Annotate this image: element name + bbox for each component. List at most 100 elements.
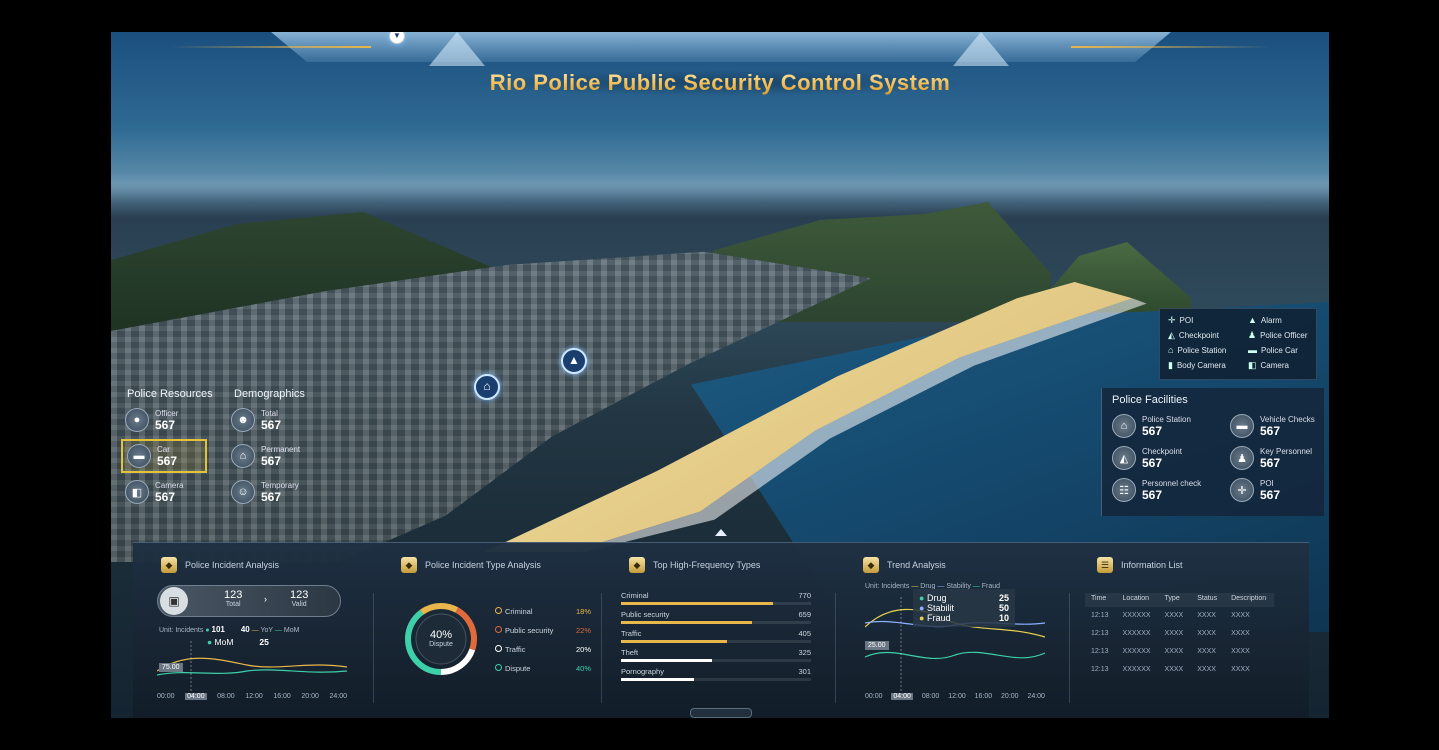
high-frequency-item[interactable]: Traffic 405 — [621, 629, 811, 643]
facility-value: 567 — [1142, 455, 1163, 470]
high-frequency-item[interactable]: Criminal 770 — [621, 591, 811, 605]
table-cell: XXXX — [1231, 666, 1250, 673]
legend-label: Police Station — [1177, 345, 1227, 355]
column-header[interactable]: Description — [1225, 593, 1275, 607]
tooltip-value: 25 — [998, 593, 1009, 603]
chart-icon: ◆ — [863, 557, 879, 573]
legend-label: Police Officer — [1260, 331, 1308, 340]
column-header[interactable]: Location — [1116, 593, 1159, 607]
police-facilities-panel: Police Facilities ⌂ Police Station 567 ▬ … — [1101, 388, 1324, 516]
collapse-panel-toggle[interactable] — [715, 529, 727, 536]
table-cell: 12:13 — [1091, 648, 1109, 655]
table-row[interactable]: 12:13 XXXXXX XXXX XXXX XXXX — [1085, 643, 1274, 661]
high-frequency-item[interactable]: Theft 325 — [621, 648, 811, 662]
legend-alarm[interactable]: ▲ Alarm — [1248, 315, 1282, 325]
item-label: Criminal — [621, 591, 649, 600]
item-value: 770 — [798, 591, 811, 600]
demographic-temporary[interactable]: ☺ Temporary 567 — [231, 480, 299, 504]
facility-value: 567 — [1142, 423, 1163, 438]
house-icon: ⌂ — [231, 444, 255, 468]
donut-label: 40% Dispute — [403, 629, 479, 648]
map-marker-alarm[interactable]: ▲ — [561, 348, 587, 374]
incident-count-icon: ▣ — [160, 587, 188, 615]
yoy-line — [157, 657, 347, 672]
map-legend: ✛ POI ▲ Alarm ◭ Checkpoint ♟ Police Officer … — [1159, 308, 1317, 380]
resource-car[interactable]: ▬ Car 567 — [121, 439, 207, 473]
type-legend-item[interactable]: Criminal 18% — [495, 607, 591, 626]
facility-police-station[interactable]: ⌂ Police Station 567 — [1112, 414, 1191, 438]
group-icon: ☺ — [231, 480, 255, 504]
high-frequency-item[interactable]: Pornography 301 — [621, 667, 811, 681]
alarm-icon: ▲ — [1248, 315, 1257, 325]
valid-label: Valid — [291, 601, 307, 608]
bottom-handle[interactable] — [690, 708, 752, 718]
resource-camera[interactable]: ◧ Camera 567 — [125, 480, 183, 504]
mom-legend-label: MoM — [283, 627, 300, 634]
legend-poi[interactable]: ✛ POI — [1168, 315, 1193, 326]
legend-police-officer[interactable]: ♟ Police Officer — [1248, 330, 1308, 341]
arrow-right-icon: › — [264, 594, 267, 604]
shield-icon: ◆ — [161, 557, 177, 573]
legend-body-camera[interactable]: ▮ Body Camera — [1168, 360, 1226, 371]
high-frequency-item[interactable]: Public security 659 — [621, 610, 811, 624]
time-tick: 20:00 — [1001, 693, 1019, 700]
type-legend-item[interactable]: Traffic 20% — [495, 645, 591, 664]
type-legend-item[interactable]: Public security 22% — [495, 626, 591, 645]
panel-title-text: Top High-Frequency Types — [653, 560, 761, 570]
bottom-analytics-bar: ◆ Police Incident Analysis ▣ 123 Total › 1… — [133, 542, 1309, 718]
legend-label: Police Car — [1261, 345, 1298, 355]
panel-title-text: Police Incident Type Analysis — [425, 560, 541, 570]
total-label: Total — [225, 601, 241, 608]
time-tick: 16:00 — [273, 693, 291, 700]
type-legend-item[interactable]: Dispute 40% — [495, 664, 591, 683]
table-cell: XXXX — [1164, 648, 1184, 655]
resource-officer[interactable]: ● Officer 567 — [125, 408, 178, 432]
trend-panel: ◆ Trend Analysis Unit: Incidents — Drug —… — [835, 543, 1069, 718]
person-icon: ♟ — [1230, 446, 1254, 470]
trend-tooltip: ● Drug 25 ● Stabilit 50 ● Fraud 10 — [913, 589, 1015, 627]
panel-title: ◆ Police Incident Analysis — [161, 557, 279, 573]
incident-analysis-panel: ◆ Police Incident Analysis ▣ 123 Total › 1… — [133, 543, 373, 718]
legend-checkpoint[interactable]: ◭ Checkpoint — [1168, 330, 1219, 341]
item-value: 301 — [798, 667, 811, 676]
fraud-line — [865, 651, 1045, 660]
table-row[interactable]: 12:13 XXXXXX XXXX XXXX XXXX — [1085, 661, 1274, 679]
people-icon: ☻ — [231, 408, 255, 432]
time-tick: 00:00 — [865, 693, 883, 700]
legend-camera[interactable]: ◧ Camera — [1248, 360, 1289, 371]
demographic-total[interactable]: ☻ Total 567 — [231, 408, 281, 432]
column-header[interactable]: Type — [1158, 593, 1192, 607]
facility-label: Key Personnel — [1260, 446, 1313, 456]
legend-police-station[interactable]: ⌂ Police Station — [1168, 345, 1226, 355]
column-header[interactable]: Time — [1085, 593, 1117, 607]
facility-personnel-check[interactable]: ☷ Personnel check 567 — [1112, 478, 1201, 502]
column-header[interactable]: Status — [1191, 593, 1226, 607]
camera-icon: ◧ — [1248, 360, 1257, 370]
facility-checkpoint[interactable]: ◭ Checkpoint 567 — [1112, 446, 1182, 470]
facility-poi[interactable]: ✛ POI 567 — [1230, 478, 1280, 502]
table-cell: XXXXXX — [1122, 612, 1151, 619]
table-row[interactable]: 12:13 XXXXXX XXXX XXXX XXXX — [1085, 625, 1274, 643]
table-cell: XXXX — [1197, 666, 1216, 673]
time-tick: 12:00 — [245, 693, 263, 700]
table-row[interactable]: 12:13 XXXXXX XXXX XXXX XXXX — [1085, 607, 1274, 625]
facility-value: 567 — [1260, 455, 1281, 470]
checkpoint-icon: ◭ — [1168, 330, 1175, 340]
valid-stat: 123 Valid — [290, 589, 308, 608]
item-value: 405 — [798, 629, 811, 638]
mom-value: 40 — [240, 625, 250, 634]
police-resources-title: Police Resources — [127, 388, 213, 400]
demographic-permanent[interactable]: ⌂ Permanent 567 — [231, 444, 300, 468]
facility-key-personnel[interactable]: ♟ Key Personnel 567 — [1230, 446, 1312, 470]
officer-icon: ● — [125, 408, 149, 432]
table-cell: XXXXXX — [1122, 648, 1151, 655]
table-cell: XXXX — [1231, 612, 1250, 619]
map-marker-station[interactable]: ⌂ — [474, 374, 500, 400]
header-band — [271, 32, 1171, 62]
bar-fill — [621, 602, 773, 605]
legend-police-car[interactable]: ▬ Police Car — [1248, 345, 1298, 355]
ring-dot-icon — [495, 626, 502, 633]
facility-vehicle-checks[interactable]: ▬ Vehicle Checks 567 — [1230, 414, 1315, 438]
table-cell: XXXXXX — [1122, 630, 1151, 637]
bar-track — [621, 659, 811, 662]
